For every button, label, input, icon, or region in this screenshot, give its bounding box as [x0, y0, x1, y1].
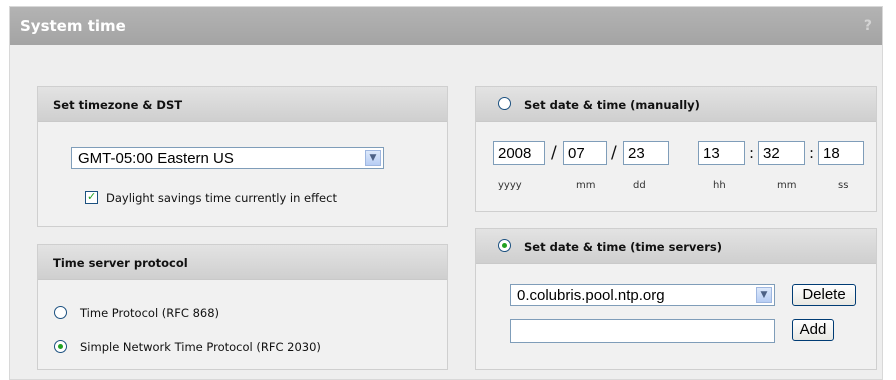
second-value: 18 — [823, 145, 840, 162]
system-time-page: System time ? Set timezone & DST GMT-05:… — [9, 6, 883, 380]
hour-input[interactable]: 13 — [698, 141, 745, 165]
manual-panel-header: Set date & time (manually) — [476, 87, 876, 122]
time-protocol-label: Time Protocol (RFC 868) — [80, 306, 220, 320]
new-server-input[interactable] — [510, 319, 775, 343]
timezone-select-value: GMT-05:00 Eastern US — [78, 150, 234, 167]
second-input[interactable]: 18 — [818, 141, 864, 165]
month-input[interactable]: 07 — [563, 141, 607, 165]
minute-value: 32 — [763, 145, 780, 162]
time-server-select-value: 0.colubris.pool.ntp.org — [517, 287, 665, 304]
timezone-select[interactable]: GMT-05:00 Eastern US ▼ — [71, 147, 384, 169]
protocol-panel: Time server protocol Time Protocol (RFC … — [37, 244, 448, 370]
timezone-panel-title: Set timezone & DST — [53, 98, 183, 112]
timezone-panel: Set timezone & DST GMT-05:00 Eastern US … — [37, 86, 448, 227]
servers-panel-title: Set date & time (time servers) — [524, 240, 722, 254]
manual-datetime-panel: Set date & time (manually) 2008 / 07 / 2… — [475, 86, 877, 212]
month-value: 07 — [568, 145, 585, 162]
page-title: System time — [20, 17, 126, 35]
time-separator: : — [749, 144, 755, 162]
radio-selected-dot — [502, 243, 507, 248]
minute-input[interactable]: 32 — [758, 141, 805, 165]
hh-label: hh — [713, 180, 726, 191]
check-icon: ✓ — [87, 190, 97, 203]
radio-time-servers[interactable] — [498, 239, 511, 252]
protocol-panel-header: Time server protocol — [38, 245, 447, 280]
year-input[interactable]: 2008 — [493, 141, 545, 165]
day-input[interactable]: 23 — [623, 141, 669, 165]
timezone-panel-header: Set timezone & DST — [38, 87, 447, 122]
protocol-panel-title: Time server protocol — [53, 256, 188, 270]
dd-label: dd — [633, 180, 646, 191]
time-server-select[interactable]: 0.colubris.pool.ntp.org ▼ — [510, 284, 775, 306]
add-button[interactable]: Add — [792, 319, 834, 341]
date-separator: / — [551, 143, 557, 163]
title-bar: System time ? — [10, 7, 882, 45]
dst-checkbox[interactable]: ✓ — [85, 190, 98, 204]
time-servers-panel: Set date & time (time servers) 0.colubri… — [475, 228, 877, 370]
radio-selected-dot — [58, 344, 63, 349]
hour-value: 13 — [703, 145, 720, 162]
radio-manual[interactable] — [498, 97, 511, 110]
yyyy-label: yyyy — [498, 180, 522, 191]
year-value: 2008 — [498, 145, 532, 162]
manual-panel-title: Set date & time (manually) — [524, 98, 700, 112]
radio-sntp[interactable] — [54, 340, 67, 353]
min-label: mm — [777, 180, 797, 191]
ss-label: ss — [838, 180, 849, 191]
delete-button[interactable]: Delete — [792, 284, 856, 306]
day-value: 23 — [628, 145, 645, 162]
date-separator: / — [611, 143, 617, 163]
dst-label: Daylight savings time currently in effec… — [106, 191, 337, 205]
radio-time-protocol[interactable] — [54, 306, 67, 319]
chevron-down-icon[interactable]: ▼ — [756, 287, 772, 303]
chevron-down-icon[interactable]: ▼ — [365, 150, 381, 166]
servers-panel-header: Set date & time (time servers) — [476, 229, 876, 264]
mm-label: mm — [576, 180, 596, 191]
time-separator: : — [809, 144, 815, 162]
help-icon[interactable]: ? — [864, 18, 872, 34]
sntp-label: Simple Network Time Protocol (RFC 2030) — [80, 340, 321, 354]
